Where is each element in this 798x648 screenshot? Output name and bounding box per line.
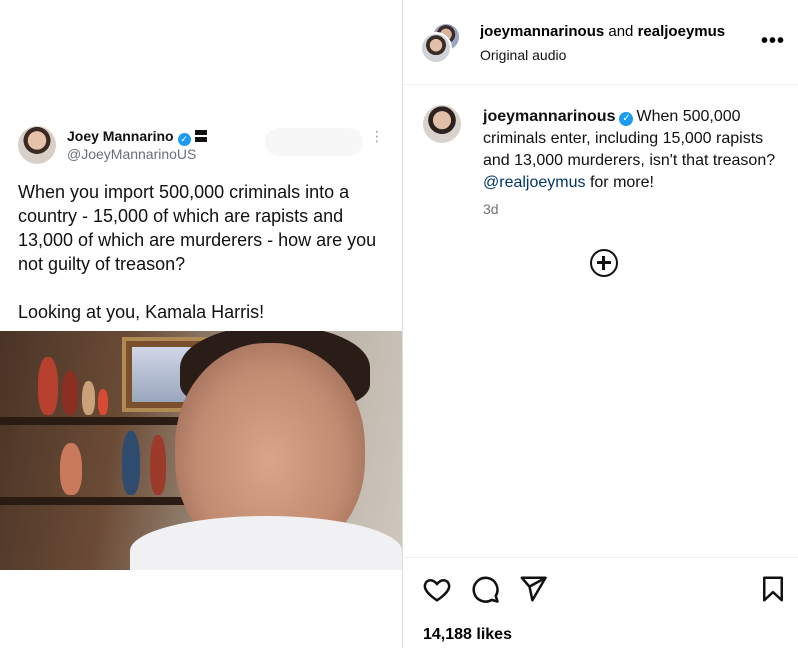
like-count[interactable]: 14,188 likes <box>423 626 512 644</box>
nesting-doll <box>98 389 108 415</box>
post-timestamp[interactable]: 3d <box>483 201 499 217</box>
comment-icon <box>472 576 499 603</box>
share-icon <box>520 576 547 602</box>
action-bar: 14,188 likes <box>403 557 798 648</box>
share-button[interactable] <box>518 574 548 604</box>
bookmark-icon <box>763 576 783 602</box>
tweet-handle: @JoeyMannarinoUS <box>67 146 197 162</box>
save-button[interactable] <box>758 574 788 604</box>
tweet-author: Joey Mannarino ✓ <box>67 128 207 146</box>
coral-figure <box>60 443 82 495</box>
tweet-more-icon: ⋮ <box>370 128 384 144</box>
vase <box>122 431 140 495</box>
post-authors: joeymannarinous and realjoeymus <box>480 23 744 40</box>
audio-link[interactable]: Original audio <box>480 47 566 63</box>
tweet-header: Joey Mannarino ✓ @JoeyMannarinoUS ⋮ <box>18 126 388 166</box>
affiliation-icon <box>194 130 207 142</box>
post-caption: joeymannarinous ✓ When 500,000 criminals e… <box>483 106 783 194</box>
video-frame[interactable] <box>0 331 402 570</box>
mention-link[interactable]: @realjoeymus <box>483 174 586 191</box>
nesting-doll <box>82 381 95 415</box>
post-header: joeymannarinous and realjoeymus Original… <box>403 0 798 85</box>
verified-icon: ✓ <box>619 112 634 126</box>
tweet-follow-placeholder <box>265 128 363 156</box>
author-username-link[interactable]: joeymannarinous <box>480 23 604 40</box>
verified-icon: ✓ <box>177 133 191 146</box>
nesting-doll <box>62 371 78 415</box>
collab-username-link[interactable]: realjoeymus <box>638 23 726 40</box>
add-circle-icon[interactable] <box>590 249 618 277</box>
author-avatar[interactable] <box>420 32 452 64</box>
tweet-body-2: Looking at you, Kamala Harris! <box>18 302 265 322</box>
post-sidebar: joeymannarinous and realjoeymus Original… <box>402 0 798 648</box>
comment-button[interactable] <box>470 574 500 604</box>
tweet-avatar <box>18 126 56 164</box>
tweet-author-name: Joey Mannarino <box>67 128 174 144</box>
like-button[interactable] <box>422 574 452 604</box>
post-media[interactable]: Joey Mannarino ✓ @JoeyMannarinoUS ⋮ When … <box>0 0 402 648</box>
caption-avatar[interactable] <box>423 105 461 143</box>
tweet-body-1: When you import 500,000 criminals into a… <box>18 182 377 274</box>
vase <box>150 435 166 495</box>
tweet-text: When you import 500,000 criminals into a… <box>18 180 393 324</box>
authors-joiner: and <box>604 23 638 40</box>
more-icon[interactable]: ••• <box>761 30 785 53</box>
person-shirt <box>130 516 402 570</box>
caption-tail: for more! <box>585 174 654 191</box>
heart-icon <box>423 578 451 602</box>
nesting-doll <box>38 357 58 415</box>
caption-username-link[interactable]: joeymannarinous <box>483 108 615 125</box>
